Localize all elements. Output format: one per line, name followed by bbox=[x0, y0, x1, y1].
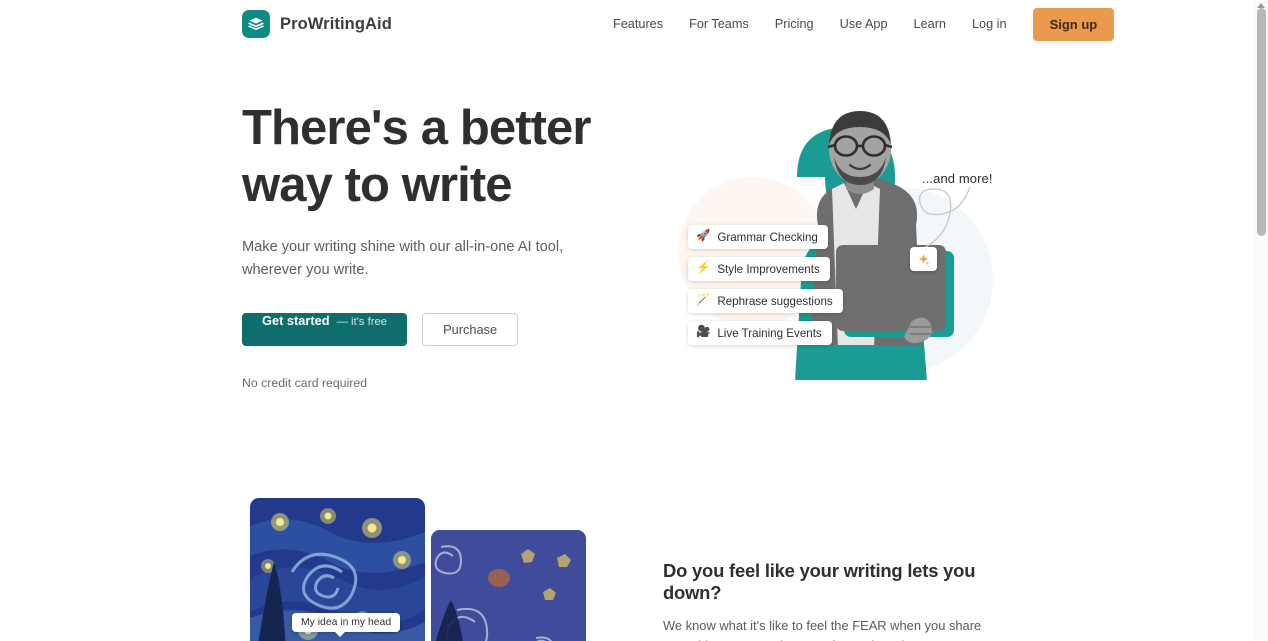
lower-section-title: Do you feel like your writing lets you d… bbox=[663, 560, 976, 603]
lower-section-body: We know what it's like to feel the FEAR … bbox=[663, 618, 999, 641]
main-nav: Features For Teams Pricing Use App Learn… bbox=[600, 7, 1115, 41]
nav-item-features[interactable]: Features bbox=[600, 11, 676, 37]
lightning-icon: ⚡ bbox=[696, 262, 711, 275]
nav-item-for-teams[interactable]: For Teams bbox=[676, 11, 762, 37]
hero-subtitle: Make your writing shine with our all-in-… bbox=[242, 239, 564, 278]
page-root: ProWritingAid Features For Teams Pricing… bbox=[0, 0, 1268, 641]
brand-logo[interactable]: ProWritingAid bbox=[242, 10, 392, 38]
get-started-suffix: — it's free bbox=[336, 316, 388, 328]
hero-cta-row: Get started — it's free Purchase bbox=[242, 313, 642, 346]
site-header: ProWritingAid Features For Teams Pricing… bbox=[0, 0, 1254, 48]
childlike-drawing-card bbox=[431, 530, 586, 641]
nav-item-pricing[interactable]: Pricing bbox=[762, 11, 827, 37]
no-credit-card-note: No credit card required bbox=[242, 376, 368, 390]
hero-title-line-2: way to write bbox=[242, 158, 513, 212]
hero-text-block: There's a better way to write Make your … bbox=[242, 100, 642, 390]
lower-section-text: Do you feel like your writing lets you d… bbox=[663, 560, 1013, 641]
feature-pill-live-training-events[interactable]: 🎥 Live Training Events bbox=[688, 321, 832, 345]
feature-pill-style-improvements[interactable]: ⚡ Style Improvements bbox=[688, 257, 830, 281]
feature-pill-label: Rephrase suggestions bbox=[717, 294, 833, 308]
book-pages-icon bbox=[242, 10, 270, 38]
purchase-button[interactable]: Purchase bbox=[422, 313, 519, 346]
sparkles-icon bbox=[918, 253, 930, 266]
page-title: There's a better way to write bbox=[242, 100, 642, 214]
hero-title-line-1: There's a better bbox=[242, 101, 591, 155]
feature-pill-list: 🚀 Grammar Checking ⚡ Style Improvements … bbox=[688, 225, 843, 345]
video-camera-icon: 🎥 bbox=[696, 326, 711, 339]
feature-pill-label: Grammar Checking bbox=[717, 230, 818, 244]
feature-pill-label: Live Training Events bbox=[717, 326, 822, 340]
nav-item-log-in[interactable]: Log in bbox=[959, 11, 1020, 37]
my-idea-label: My idea in my head bbox=[292, 613, 401, 637]
signup-button[interactable]: Sign up bbox=[1032, 7, 1115, 41]
get-started-label: Get started bbox=[262, 313, 330, 328]
feature-pill-rephrase-suggestions[interactable]: 🪄 Rephrase suggestions bbox=[688, 289, 843, 313]
brand-name: ProWritingAid bbox=[280, 14, 392, 33]
get-started-button[interactable]: Get started — it's free bbox=[242, 313, 408, 346]
scrollbar-thumb[interactable] bbox=[1257, 8, 1266, 236]
magic-wand-icon: 🪄 bbox=[696, 294, 711, 307]
hero-illustration: ...and more! 🚀 Grammar Checking ⚡ Style … bbox=[660, 105, 1020, 385]
sparkles-card bbox=[910, 247, 937, 271]
feature-pill-grammar-checking[interactable]: 🚀 Grammar Checking bbox=[688, 225, 828, 249]
rocket-icon: 🚀 bbox=[696, 230, 711, 243]
feature-pill-label: Style Improvements bbox=[717, 262, 820, 276]
and-more-annotation: ...and more! bbox=[922, 171, 993, 186]
page-scrollbar[interactable] bbox=[1254, 0, 1268, 641]
nav-item-learn[interactable]: Learn bbox=[901, 11, 959, 37]
nav-item-use-app[interactable]: Use App bbox=[827, 11, 901, 37]
